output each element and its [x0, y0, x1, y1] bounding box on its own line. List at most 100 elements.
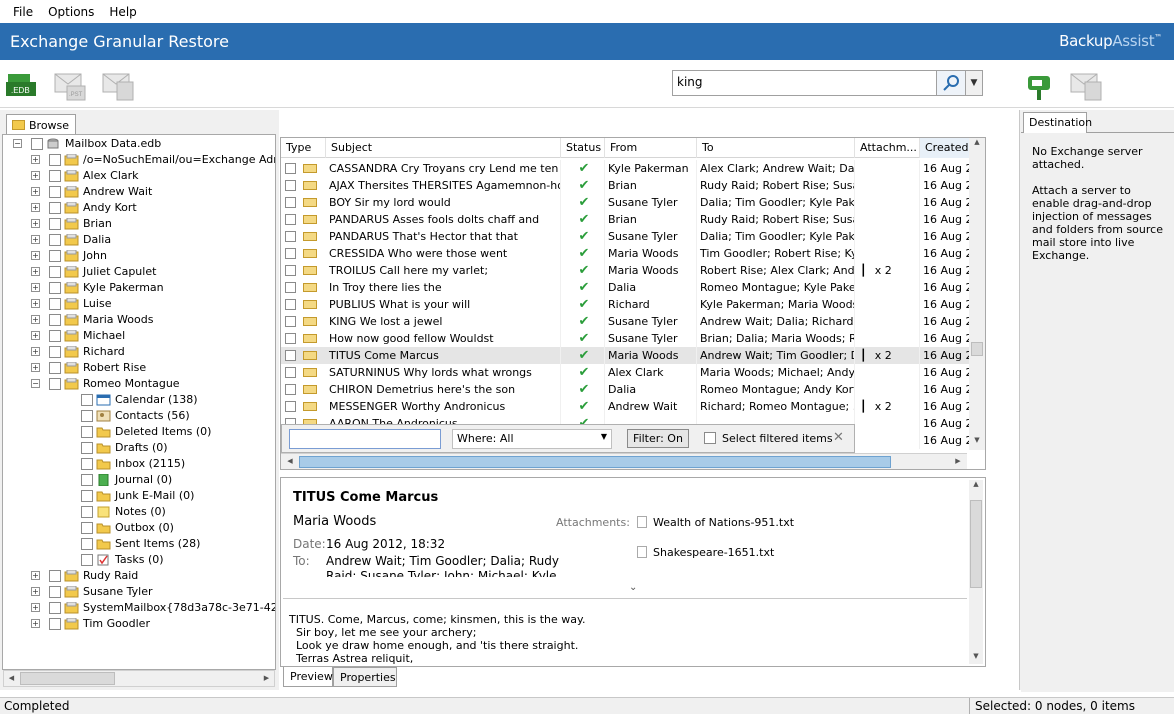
row-checkbox[interactable] [285, 333, 296, 344]
tab-browse[interactable]: Browse [6, 114, 76, 135]
table-row[interactable]: AJAX Thersites THERSITES Agamemnon-ho...… [281, 177, 971, 194]
tree-node[interactable]: + Andy Kort [3, 200, 275, 216]
preview-vertical-scrollbar[interactable]: ▲ ▼ [969, 480, 983, 664]
close-icon[interactable]: ✕ [833, 430, 844, 445]
tree-checkbox[interactable] [49, 314, 61, 326]
tree-checkbox[interactable] [81, 506, 93, 518]
row-checkbox[interactable] [285, 231, 296, 242]
collapse-icon[interactable]: − [31, 379, 40, 388]
tree-node[interactable]: + Michael [3, 328, 275, 344]
tree-node[interactable]: + /o=NoSuchEmail/ou=Exchange Adminis [3, 152, 275, 168]
expand-icon[interactable]: + [31, 299, 40, 308]
tree-checkbox[interactable] [49, 602, 61, 614]
expand-icon[interactable]: + [31, 619, 40, 628]
search-input[interactable]: king [672, 70, 937, 96]
row-checkbox[interactable] [285, 282, 296, 293]
filter-toggle-button[interactable]: Filter: On [627, 429, 689, 448]
tree-checkbox[interactable] [49, 330, 61, 342]
tree-checkbox[interactable] [49, 618, 61, 630]
attach-server-button[interactable] [1022, 68, 1056, 102]
row-checkbox[interactable] [285, 316, 296, 327]
tree-node[interactable]: Notes (0) [3, 504, 275, 520]
tree-node[interactable]: Drafts (0) [3, 440, 275, 456]
tree-checkbox[interactable] [81, 554, 93, 566]
server-mail-button[interactable] [1069, 68, 1103, 102]
row-checkbox[interactable] [285, 197, 296, 208]
table-row[interactable]: MESSENGER Worthy Andronicus ✔ Andrew Wait R… [281, 398, 971, 415]
tree-checkbox[interactable] [81, 522, 93, 534]
tree-node[interactable]: Inbox (2115) [3, 456, 275, 472]
tree-checkbox[interactable] [81, 458, 93, 470]
tree-checkbox[interactable] [49, 234, 61, 246]
search-dropdown-button[interactable]: ▼ [965, 70, 983, 96]
tree-node[interactable]: + Brian [3, 216, 275, 232]
menu-options[interactable]: Options [48, 5, 94, 19]
row-checkbox[interactable] [285, 214, 296, 225]
tree-horizontal-scrollbar[interactable]: ◀ ▶ [3, 670, 275, 687]
expand-icon[interactable]: + [31, 155, 40, 164]
tab-destination[interactable]: Destination [1023, 112, 1092, 133]
table-row[interactable]: PANDARUS That's Hector that that ✔ Susane … [281, 228, 971, 245]
row-checkbox[interactable] [285, 299, 296, 310]
expand-icon[interactable]: + [31, 235, 40, 244]
tree-node[interactable]: + John [3, 248, 275, 264]
table-row[interactable]: TROILUS Call here my varlet; ✔ Maria Woods… [281, 262, 971, 279]
expand-icon[interactable]: + [31, 219, 40, 228]
menu-help[interactable]: Help [109, 5, 136, 19]
expand-header-icon[interactable]: ⌄ [629, 582, 637, 593]
tree-node[interactable]: Outbox (0) [3, 520, 275, 536]
expand-icon[interactable]: + [31, 603, 40, 612]
column-header[interactable]: Subject [326, 138, 561, 158]
row-checkbox[interactable] [285, 384, 296, 395]
tree-node[interactable]: + SystemMailbox{78d3a78c-3e71-42c9-a8 [3, 600, 275, 616]
tree-checkbox[interactable] [49, 298, 61, 310]
row-checkbox[interactable] [285, 248, 296, 259]
tree-node[interactable]: + Maria Woods [3, 312, 275, 328]
tree-checkbox[interactable] [49, 346, 61, 358]
tab-preview[interactable]: Preview [283, 667, 333, 687]
filter-input[interactable] [289, 429, 441, 449]
attachment-link[interactable]: Shakespeare-1651.txt [653, 546, 774, 559]
table-row[interactable]: BOY Sir my lord would ✔ Susane Tyler Dalia;… [281, 194, 971, 211]
table-row[interactable]: CRESSIDA Who were those went ✔ Maria Woods… [281, 245, 971, 262]
expand-icon[interactable]: + [31, 283, 40, 292]
column-header[interactable]: From [605, 138, 697, 158]
tree-node[interactable]: + Dalia [3, 232, 275, 248]
row-checkbox[interactable] [285, 401, 296, 412]
column-header[interactable]: Type [281, 138, 326, 158]
table-row[interactable]: CASSANDRA Cry Troyans cry Lend me ten th… [281, 160, 971, 177]
open-pst-button[interactable]: .PST [53, 68, 87, 102]
row-checkbox[interactable] [285, 367, 296, 378]
open-edb-button[interactable]: .EDB [6, 68, 40, 102]
table-row[interactable]: TITUS Come Marcus ✔ Maria Woods Andrew Wait… [281, 347, 971, 364]
table-row[interactable]: In Troy there lies the ✔ Dalia Romeo Montag… [281, 279, 971, 296]
message-list-horizontal-scrollbar[interactable]: ◀ ▶ [281, 453, 967, 469]
expand-icon[interactable]: + [31, 587, 40, 596]
expand-icon[interactable]: + [31, 251, 40, 260]
tree-node[interactable]: + Richard [3, 344, 275, 360]
tree-checkbox[interactable] [81, 442, 93, 454]
tab-properties[interactable]: Properties [333, 667, 397, 687]
tree-checkbox[interactable] [49, 282, 61, 294]
table-row[interactable]: PANDARUS Asses fools dolts chaff and ✔ Bri… [281, 211, 971, 228]
tree-checkbox[interactable] [81, 410, 93, 422]
tree-checkbox[interactable] [81, 474, 93, 486]
where-select[interactable]: Where: All ▼ [452, 429, 612, 449]
table-row[interactable]: How now good fellow Wouldst ✔ Susane Tyler… [281, 330, 971, 347]
table-row[interactable]: KING We lost a jewel ✔ Susane Tyler Andrew … [281, 313, 971, 330]
tree-node[interactable]: + Kyle Pakerman [3, 280, 275, 296]
column-header[interactable]: Status [561, 138, 605, 158]
expand-icon[interactable]: + [31, 267, 40, 276]
tree-checkbox[interactable] [49, 266, 61, 278]
expand-icon[interactable]: + [31, 363, 40, 372]
expand-icon[interactable]: + [31, 571, 40, 580]
column-header[interactable]: Attachm... [855, 138, 920, 158]
tree-node[interactable]: + Juliet Capulet [3, 264, 275, 280]
tree-node[interactable]: + Andrew Wait [3, 184, 275, 200]
message-list-vertical-scrollbar[interactable]: ▲ ▼ [969, 138, 985, 450]
open-archive-button[interactable] [101, 68, 135, 102]
attachment-link[interactable]: Wealth of Nations-951.txt [653, 516, 794, 529]
tree-node[interactable]: + Luise [3, 296, 275, 312]
tree-checkbox[interactable] [81, 426, 93, 438]
column-header[interactable]: Created [920, 138, 971, 158]
